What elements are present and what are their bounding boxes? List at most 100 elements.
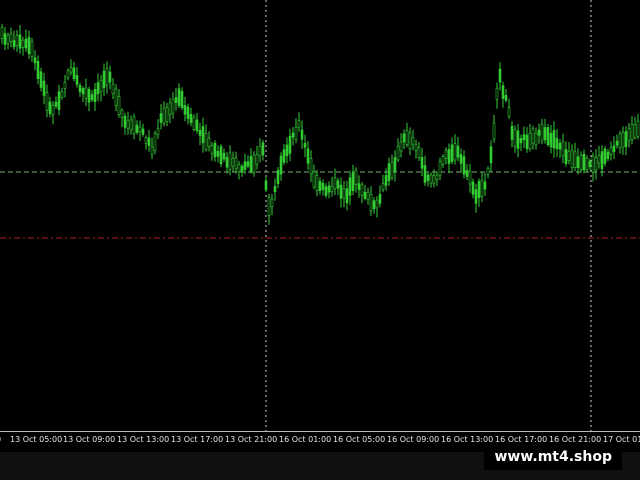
- candle-body: [324, 186, 328, 196]
- candle-body: [87, 89, 91, 103]
- candle-body: [408, 132, 412, 150]
- candle-body: [120, 110, 124, 118]
- candle-body: [480, 179, 484, 197]
- candle-body: [300, 129, 304, 140]
- candle-body: [207, 137, 211, 147]
- candle-body: [45, 92, 49, 111]
- candle-body: [486, 168, 490, 175]
- time-axis-label: 13 Oct 05:00: [10, 435, 63, 444]
- candle-body: [576, 156, 580, 168]
- candle-body: [21, 39, 25, 48]
- candle-body: [321, 183, 325, 190]
- candle-body: [570, 150, 574, 168]
- candle-body: [330, 186, 334, 192]
- candle-body: [456, 145, 460, 158]
- candle-body: [168, 102, 172, 115]
- candle-body: [492, 122, 496, 140]
- candle-body: [9, 33, 13, 42]
- candle-body: [78, 85, 82, 93]
- candle-body: [144, 137, 148, 144]
- candle-body: [309, 158, 313, 175]
- candle-body: [528, 133, 532, 150]
- time-axis-label: 16 Oct 05:00: [333, 435, 386, 444]
- candle-body: [231, 158, 235, 167]
- candle-body: [81, 88, 85, 95]
- candle-body: [465, 170, 469, 177]
- candle-body: [624, 131, 628, 148]
- candle-body: [117, 96, 121, 115]
- candle-body: [123, 115, 127, 128]
- candle-body: [273, 186, 277, 192]
- candle-body: [36, 60, 40, 79]
- candle-body: [69, 67, 73, 73]
- candle-body: [213, 142, 217, 158]
- candle-body: [27, 37, 31, 55]
- candle-body: [579, 155, 583, 170]
- chart-window[interactable]: 0 13 Oct 05:00 13 Oct 09:00 13 Oct 13:00…: [0, 0, 640, 452]
- candle-body: [33, 57, 37, 64]
- candle-body: [201, 126, 205, 143]
- candle-body: [90, 94, 94, 101]
- candle-body: [180, 91, 184, 109]
- candle-body: [582, 153, 586, 171]
- candle-body: [630, 124, 634, 140]
- candle-body: [111, 83, 115, 94]
- candle-body: [303, 143, 307, 148]
- time-axis-label: 16 Oct 09:00: [387, 435, 440, 444]
- candle-body: [228, 152, 232, 170]
- candle-body: [24, 38, 28, 49]
- candle-body: [375, 199, 379, 209]
- candle-body: [483, 181, 487, 190]
- candle-body: [114, 88, 118, 106]
- candle-body: [495, 87, 499, 100]
- candle-body: [51, 105, 55, 116]
- time-axis-left-cut-label: 0: [0, 435, 1, 444]
- candle-body: [159, 113, 163, 123]
- time-axis-label: 13 Oct 17:00: [171, 435, 224, 444]
- candle-body: [306, 148, 310, 164]
- candle-body: [252, 154, 256, 173]
- candle-body: [162, 107, 166, 124]
- candle-body: [372, 200, 376, 210]
- candle-body: [186, 106, 190, 119]
- candle-body: [246, 161, 250, 167]
- candle-body: [396, 146, 400, 161]
- candle-body: [423, 165, 427, 183]
- time-axis-label: 16 Oct 01:00: [279, 435, 332, 444]
- candle-body: [222, 152, 226, 160]
- candle-body: [510, 125, 514, 140]
- time-axis-label: 16 Oct 21:00: [549, 435, 602, 444]
- candle-body: [414, 144, 418, 151]
- candle-body: [147, 137, 151, 147]
- candle-body: [270, 198, 274, 207]
- candle-body: [285, 144, 289, 157]
- candle-body: [447, 149, 451, 164]
- candle-body: [141, 128, 145, 135]
- time-axis-label: 16 Oct 17:00: [495, 435, 548, 444]
- candle-body: [555, 138, 559, 150]
- candle-body: [603, 148, 607, 164]
- candle-body: [537, 129, 541, 136]
- watermark-logo: www.mt4.shop: [484, 446, 622, 470]
- candle-body: [237, 164, 241, 172]
- candle-body: [282, 149, 286, 163]
- candle-body: [489, 146, 493, 164]
- time-axis-label: 13 Oct 13:00: [117, 435, 170, 444]
- candle-body: [621, 132, 625, 148]
- candle-body: [573, 151, 577, 168]
- candle-body: [477, 181, 481, 198]
- candle-body: [150, 146, 154, 155]
- candle-body: [498, 68, 502, 83]
- candle-body: [381, 183, 385, 190]
- price-chart[interactable]: [0, 0, 640, 431]
- candle-body: [75, 75, 79, 85]
- candle-body: [345, 188, 349, 204]
- candle-body: [327, 185, 331, 193]
- candle-body: [540, 124, 544, 142]
- candle-body: [411, 137, 415, 145]
- candle-body: [363, 192, 367, 199]
- candle-body: [66, 70, 70, 78]
- candle-body: [105, 68, 109, 86]
- candle-body: [99, 80, 103, 92]
- candle-body: [177, 88, 181, 106]
